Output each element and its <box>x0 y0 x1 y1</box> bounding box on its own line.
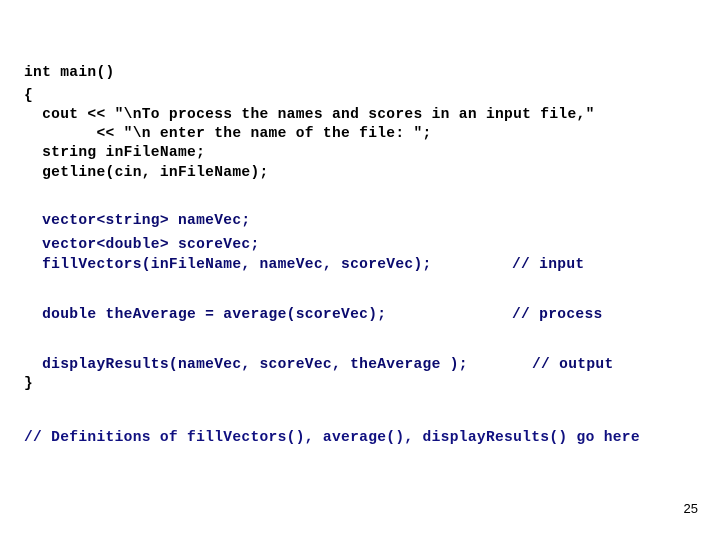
comment-process: // process <box>512 307 603 323</box>
page-number: 25 <box>683 501 698 516</box>
code-line-getline: getline(cin, inFileName); <box>24 165 269 181</box>
code-line-namevec: vector<string> nameVec; <box>24 213 251 229</box>
code-line-close-brace: } <box>24 376 34 392</box>
code-line-open-brace: { <box>24 88 34 104</box>
code-line-cout: cout << "\nTo process the names and scor… <box>24 107 595 123</box>
code-line-definitions-comment: // Definitions of fillVectors(), average… <box>24 430 640 446</box>
code-line-cout-cont: << "\n enter the name of the file: "; <box>24 126 432 142</box>
code-line-scorevec: vector<double> scoreVec; <box>24 237 260 253</box>
code-line-display: displayResults(nameVec, scoreVec, theAve… <box>24 357 468 373</box>
code-line-main: int main() <box>24 65 115 81</box>
code-line-string-decl: string inFileName; <box>24 145 206 161</box>
comment-output: // output <box>532 357 614 373</box>
comment-input: // input <box>512 257 585 273</box>
code-line-average: double theAverage = average(scoreVec); <box>24 307 387 323</box>
code-line-fillvectors: fillVectors(inFileName, nameVec, scoreVe… <box>24 257 432 273</box>
